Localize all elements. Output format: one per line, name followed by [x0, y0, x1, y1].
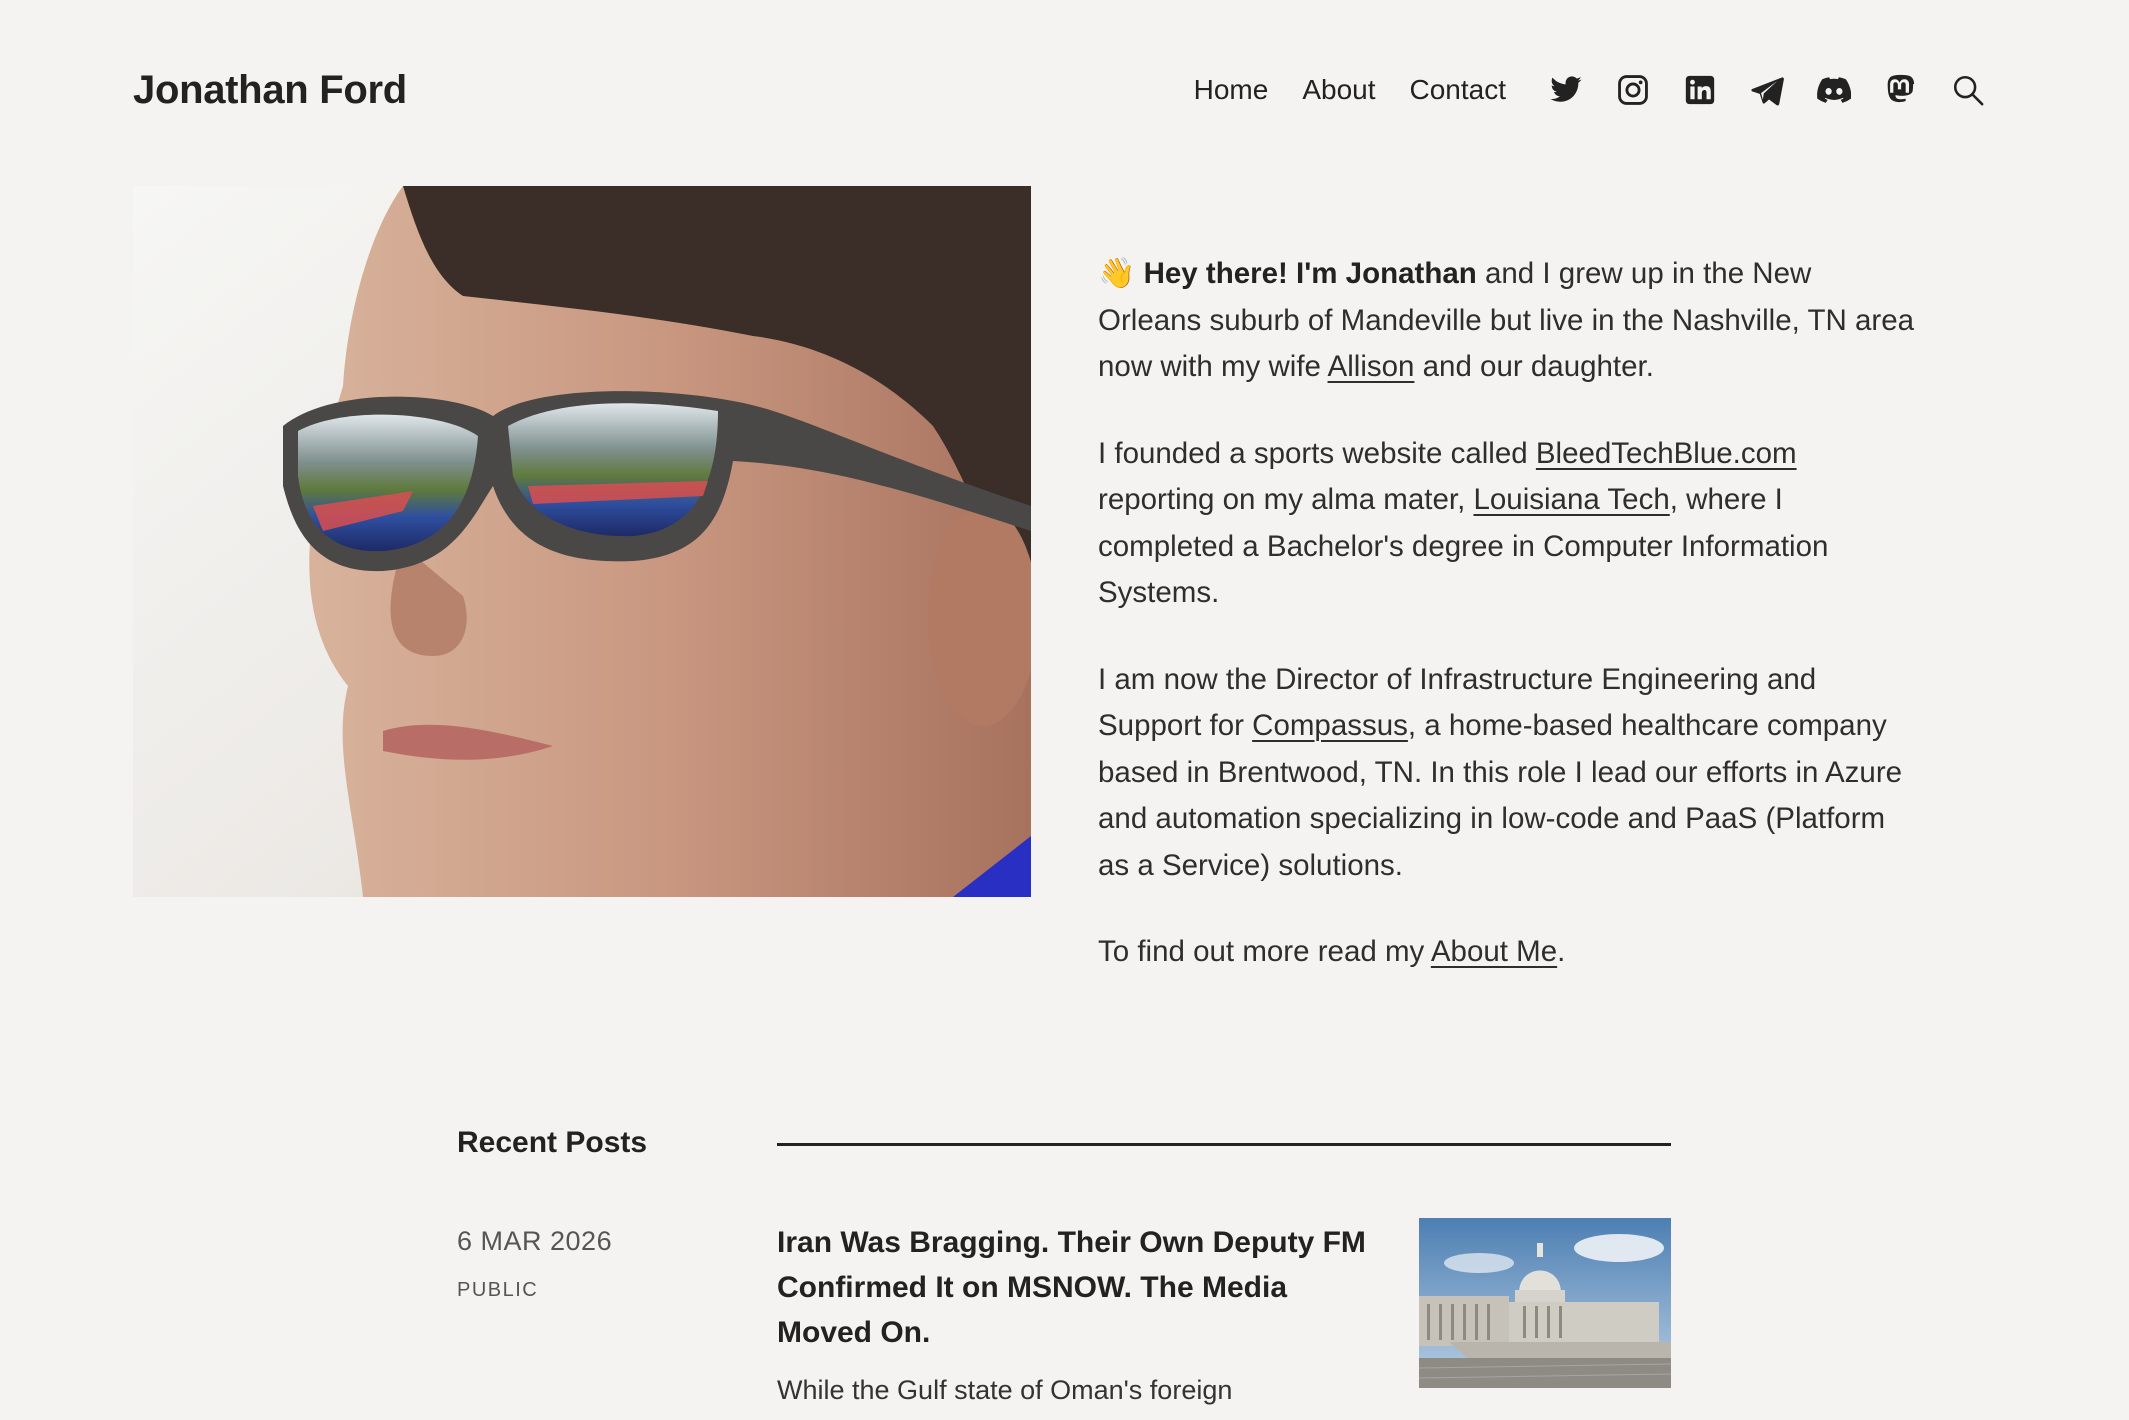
bleedtechblue-link[interactable]: BleedTechBlue.com	[1536, 437, 1797, 470]
intro-text-4a: To find out more read my	[1098, 935, 1431, 968]
nav-home[interactable]: Home	[1194, 74, 1269, 106]
site-title[interactable]: Jonathan Ford	[133, 68, 407, 113]
greeting: Hey there! I'm Jonathan	[1143, 257, 1477, 290]
intro-text-1b: and our daughter.	[1414, 350, 1654, 383]
intro-paragraph-2: I founded a sports website called BleedT…	[1098, 431, 1918, 617]
section-divider	[777, 1143, 1671, 1146]
search-icon[interactable]	[1948, 70, 1988, 110]
intro-text-2a: I founded a sports website called	[1098, 436, 1536, 470]
post-thumbnail[interactable]	[1419, 1218, 1671, 1388]
louisiana-tech-link[interactable]: Louisiana Tech	[1473, 483, 1669, 516]
nav-contact[interactable]: Contact	[1410, 74, 1507, 106]
post-visibility-badge: PUBLIC	[457, 1279, 539, 1301]
instagram-icon[interactable]	[1613, 70, 1653, 110]
main-nav: Home About Contact	[1194, 70, 1988, 110]
social-icons	[1546, 70, 1988, 110]
allison-link[interactable]: Allison	[1328, 350, 1415, 383]
recent-posts-heading: Recent Posts	[457, 1126, 648, 1159]
post-title-link[interactable]: Iran Was Bragging. Their Own Deputy FM C…	[777, 1220, 1377, 1355]
twitter-icon[interactable]	[1546, 70, 1586, 110]
post-date: 6 MAR 2026	[457, 1226, 613, 1256]
telegram-icon[interactable]	[1747, 70, 1787, 110]
intro-text-2b: reporting on my alma mater,	[1098, 483, 1474, 516]
intro-paragraph-1: 👋 Hey there! I'm Jonathan and I grew up …	[1098, 251, 1918, 391]
site-header: Jonathan Ford Home About Contact	[133, 60, 1988, 120]
mastodon-icon[interactable]	[1881, 70, 1921, 110]
waving-hand-icon: 👋	[1098, 257, 1136, 290]
post-excerpt: While the Gulf state of Oman's foreign	[777, 1375, 1233, 1405]
intro-text: 👋 Hey there! I'm Jonathan and I grew up …	[1098, 251, 1918, 1016]
linkedin-icon[interactable]	[1680, 70, 1720, 110]
nav-about[interactable]: About	[1302, 74, 1375, 106]
intro-paragraph-3: I am now the Director of Infrastructure …	[1098, 657, 1918, 890]
intro-paragraph-4: To find out more read my About Me.	[1098, 929, 1918, 976]
intro-text-4b: .	[1557, 935, 1566, 968]
about-me-link[interactable]: About Me	[1431, 935, 1557, 968]
portrait-photo	[133, 186, 1031, 897]
discord-icon[interactable]	[1814, 70, 1854, 110]
compassus-link[interactable]: Compassus	[1252, 709, 1408, 742]
